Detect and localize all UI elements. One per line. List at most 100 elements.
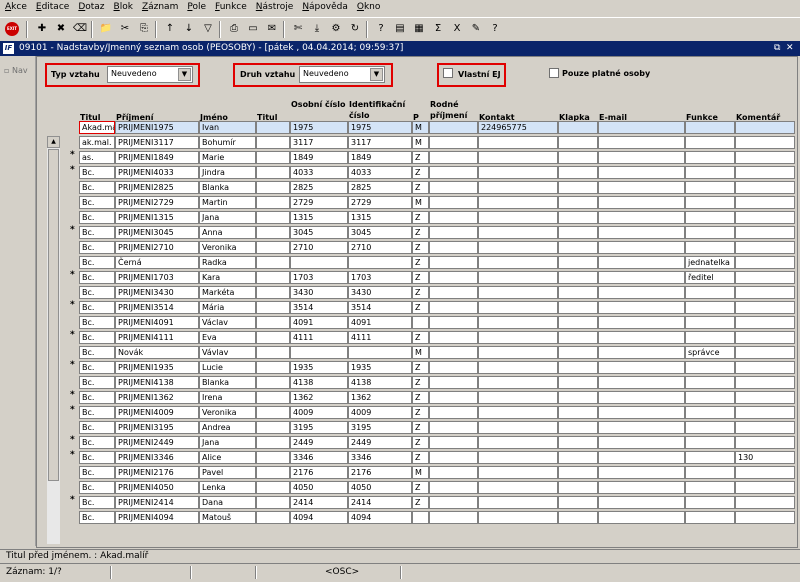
cell-prijmeni[interactable]: PRIJMENI2449 [115,436,199,449]
cell-titul2[interactable] [256,226,290,239]
cell-prijmeni[interactable]: PRIJMENI3346 [115,451,199,464]
menu-item[interactable]: Pole [182,0,210,12]
cell-p[interactable] [412,316,429,329]
cell-titul2[interactable] [256,391,290,404]
vertical-scrollbar[interactable]: ▲ [47,136,60,544]
cell-p[interactable]: M [412,196,429,209]
cell-kontakt[interactable] [478,376,558,389]
cell-funkce[interactable] [685,301,735,314]
cell-titul2[interactable] [256,481,290,494]
cell-rp[interactable] [429,331,478,344]
cell-komentar[interactable] [735,256,795,269]
cell-komentar[interactable] [735,511,795,524]
cell-titul[interactable]: Bc. [79,391,115,404]
cell-komentar[interactable] [735,481,795,494]
cell-titul[interactable]: Bc. [79,466,115,479]
cell-prijmeni[interactable]: Novák [115,346,199,359]
cell-kontakt[interactable] [478,406,558,419]
cell-funkce[interactable] [685,286,735,299]
cell-jmeno[interactable]: Veronika [199,241,256,254]
cell-prijmeni[interactable]: PRIJMENI1703 [115,271,199,284]
cell-p[interactable]: Z [412,376,429,389]
cell-jmeno[interactable]: Lucie [199,361,256,374]
cell-kontakt[interactable] [478,346,558,359]
cell-kontakt[interactable] [478,436,558,449]
cell-kontakt[interactable] [478,181,558,194]
cell-titul2[interactable] [256,436,290,449]
column-header-rp[interactable]: Rodné příjmení [430,99,479,121]
cell-oc[interactable]: 4094 [290,511,348,524]
cell-p[interactable]: M [412,136,429,149]
cell-titul2[interactable] [256,121,290,134]
cell-klapka[interactable] [558,496,598,509]
cell-funkce[interactable] [685,241,735,254]
cut-icon[interactable]: ✂ [117,21,133,37]
cell-oc[interactable]: 4138 [290,376,348,389]
cell-jmeno[interactable]: Ivan [199,121,256,134]
cell-titul[interactable]: Bc. [79,166,115,179]
cell-titul2[interactable] [256,211,290,224]
cell-funkce[interactable]: správce [685,346,735,359]
cell-kontakt[interactable] [478,271,558,284]
cell-funkce[interactable] [685,511,735,524]
cell-klapka[interactable] [558,211,598,224]
cell-komentar[interactable] [735,211,795,224]
cell-kontakt[interactable] [478,301,558,314]
cell-jmeno[interactable]: Pavel [199,466,256,479]
cell-rp[interactable] [429,406,478,419]
cell-klapka[interactable] [558,376,598,389]
cell-titul[interactable]: Bc. [79,286,115,299]
cell-oc[interactable]: 3430 [290,286,348,299]
cell-prijmeni[interactable]: PRIJMENI3430 [115,286,199,299]
cell-titul2[interactable] [256,301,290,314]
cell-klapka[interactable] [558,271,598,284]
cell-komentar[interactable] [735,241,795,254]
cell-email[interactable] [598,181,685,194]
cell-oc[interactable] [290,256,348,269]
cell-email[interactable] [598,151,685,164]
cell-titul2[interactable] [256,196,290,209]
cell-rp[interactable] [429,121,478,134]
cell-titul[interactable]: Bc. [79,271,115,284]
cell-oc[interactable]: 4033 [290,166,348,179]
cell-email[interactable] [598,241,685,254]
cell-prijmeni[interactable]: PRIJMENI4033 [115,166,199,179]
cell-jmeno[interactable]: Alice [199,451,256,464]
cell-oc[interactable]: 2414 [290,496,348,509]
cell-kontakt[interactable] [478,316,558,329]
cell-ic[interactable]: 4091 [348,316,412,329]
cell-oc[interactable]: 2710 [290,241,348,254]
cell-ic[interactable]: 2729 [348,196,412,209]
cell-oc[interactable]: 3514 [290,301,348,314]
cell-prijmeni[interactable]: PRIJMENI4091 [115,316,199,329]
cell-email[interactable] [598,436,685,449]
cell-email[interactable] [598,391,685,404]
cell-rp[interactable] [429,151,478,164]
cell-jmeno[interactable]: Marie [199,151,256,164]
cell-rp[interactable] [429,436,478,449]
cell-komentar[interactable] [735,391,795,404]
help-icon[interactable]: ? [487,21,503,37]
cell-oc[interactable]: 1315 [290,211,348,224]
cell-email[interactable] [598,226,685,239]
cell-prijmeni[interactable]: PRIJMENI1362 [115,391,199,404]
cell-rp[interactable] [429,181,478,194]
menu-item[interactable]: Okno [352,0,385,12]
cell-oc[interactable] [290,346,348,359]
cell-jmeno[interactable]: Bohumír [199,136,256,149]
cell-ic[interactable]: 3514 [348,301,412,314]
cell-email[interactable] [598,286,685,299]
cell-klapka[interactable] [558,196,598,209]
cell-rp[interactable] [429,136,478,149]
cell-jmeno[interactable]: Blanka [199,181,256,194]
cell-komentar[interactable] [735,466,795,479]
cell-titul[interactable]: ak.mal. [79,136,115,149]
cell-kontakt[interactable] [478,166,558,179]
cell-p[interactable]: Z [412,151,429,164]
cell-rp[interactable] [429,391,478,404]
cell-titul2[interactable] [256,166,290,179]
cell-prijmeni[interactable]: PRIJMENI4050 [115,481,199,494]
cell-oc[interactable]: 2729 [290,196,348,209]
cell-titul[interactable]: Bc. [79,361,115,374]
cell-klapka[interactable] [558,481,598,494]
